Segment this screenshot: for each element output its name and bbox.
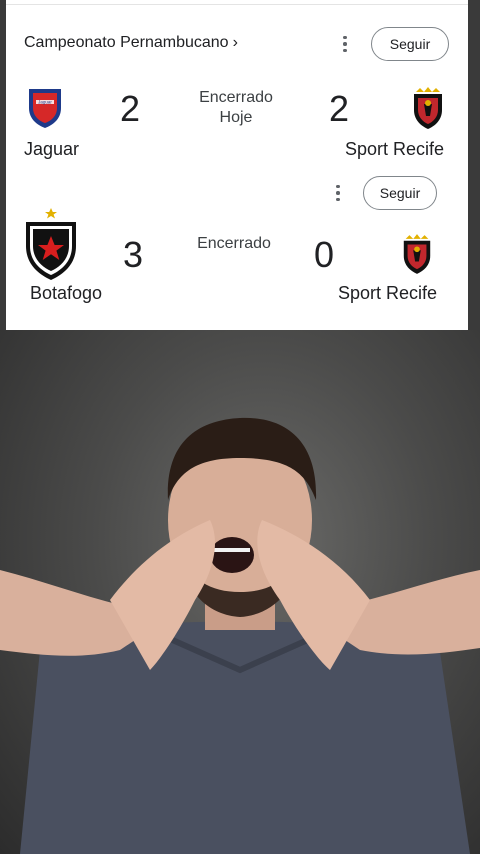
divider <box>6 4 468 5</box>
follow-button[interactable]: Seguir <box>363 176 437 210</box>
home-score: 3 <box>123 234 144 275</box>
match-status: Encerrado Hoje <box>186 88 286 128</box>
league-title: Campeonato Pernambucano <box>24 34 229 51</box>
away-team-name[interactable]: Sport Recife <box>338 283 437 304</box>
home-team-name[interactable]: Botafogo <box>30 283 102 304</box>
league-link[interactable]: Campeonato Pernambucano › <box>24 34 238 52</box>
status-label: Encerrado <box>199 89 273 106</box>
match-date: Hoje <box>219 109 253 126</box>
sport-recife-logo <box>400 233 434 280</box>
follow-button[interactable]: Seguir <box>371 27 449 61</box>
away-score: 0 <box>314 234 335 275</box>
status-label: Encerrado <box>197 235 271 252</box>
sport-recife-logo <box>410 86 446 135</box>
more-vert-icon[interactable] <box>328 182 348 204</box>
chevron-right-icon: › <box>232 34 238 51</box>
home-score: 2 <box>120 88 141 129</box>
svg-text:Jaguar: Jaguar <box>38 99 52 104</box>
match-status: Encerrado <box>184 234 284 254</box>
home-team-name[interactable]: Jaguar <box>24 139 79 160</box>
reaction-photo <box>0 330 480 854</box>
away-score: 2 <box>329 88 350 129</box>
person-illustration <box>0 417 480 854</box>
botafogo-logo <box>22 208 80 287</box>
scores-card: Campeonato Pernambucano › Seguir Jaguar … <box>6 0 468 330</box>
jaguar-logo: Jaguar <box>26 86 64 135</box>
away-team-name[interactable]: Sport Recife <box>345 139 444 160</box>
more-vert-icon[interactable] <box>335 33 355 55</box>
